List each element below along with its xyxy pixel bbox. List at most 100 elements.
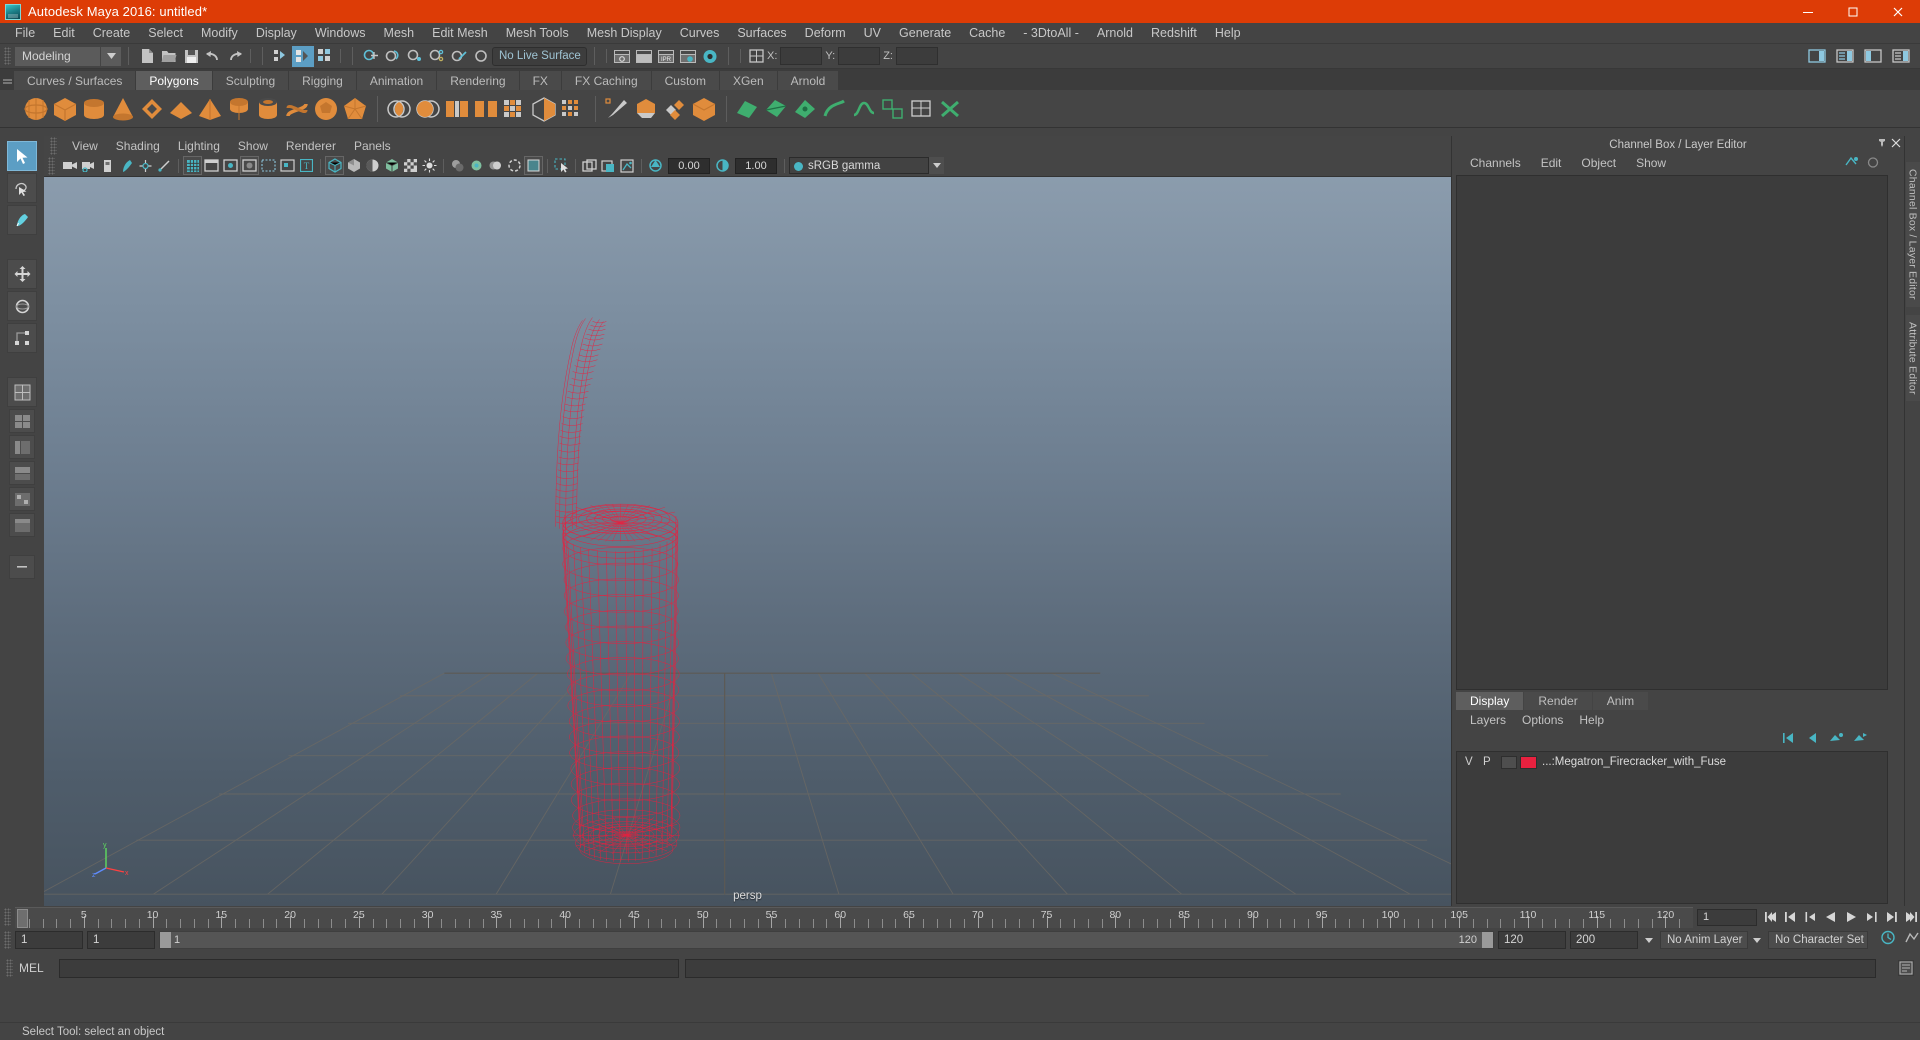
menu-item-mesh-display[interactable]: Mesh Display [578, 24, 671, 42]
pin-icon[interactable] [1877, 138, 1887, 151]
shelf-tab-xgen[interactable]: XGen [720, 71, 778, 90]
coord-field-z[interactable] [896, 47, 938, 65]
snap-to-view-plane-icon[interactable] [448, 46, 470, 67]
crease-icon[interactable] [850, 93, 877, 125]
gamma-icon[interactable] [713, 156, 732, 175]
menu-item-file[interactable]: File [6, 24, 44, 42]
sculpt-tool-icon[interactable] [603, 93, 630, 125]
xray-icon[interactable] [580, 156, 599, 175]
channel-box-menu-channels[interactable]: Channels [1460, 156, 1531, 170]
shadows-icon[interactable] [448, 156, 467, 175]
chevron-down-icon[interactable] [101, 47, 121, 66]
shelf-tab-rendering[interactable]: Rendering [437, 71, 519, 90]
anim-layer-selector[interactable]: No Anim Layer [1660, 931, 1748, 949]
command-language-label[interactable]: MEL [19, 961, 59, 975]
tool-settings-icon[interactable] [1862, 46, 1884, 67]
poly-sphere-icon[interactable] [22, 93, 49, 125]
new-scene-icon[interactable] [136, 46, 158, 67]
menu-item-redshift[interactable]: Redshift [1142, 24, 1206, 42]
script-editor-icon[interactable] [1898, 960, 1914, 976]
menu-item-create[interactable]: Create [84, 24, 140, 42]
aa-icon[interactable] [505, 156, 524, 175]
image-plane-icon[interactable] [136, 156, 155, 175]
auto-keyframe-icon[interactable] [1880, 930, 1896, 950]
range-gripper[interactable] [4, 931, 11, 949]
save-scene-icon[interactable] [180, 46, 202, 67]
grid-icon[interactable] [183, 156, 202, 175]
smooth-ic[interactable] [501, 93, 528, 125]
playback-end-field[interactable]: 200 [1570, 931, 1638, 949]
boolean-union-icon[interactable] [385, 93, 412, 125]
menu-item-3dtoall[interactable]: - 3DtoAll - [1014, 24, 1088, 42]
hypershade-icon[interactable] [699, 46, 721, 67]
color-management-selector[interactable]: sRGB gamma [789, 157, 929, 174]
channel-box-menu-show[interactable]: Show [1626, 156, 1676, 170]
layer-tab-render[interactable]: Render [1524, 692, 1591, 710]
scale-tool-button[interactable] [7, 323, 37, 353]
persp-outliner-layout-button[interactable] [9, 435, 35, 459]
minimize-icon[interactable] [1785, 0, 1830, 23]
resolution-gate-icon[interactable] [221, 156, 240, 175]
select-by-hierarchy-icon[interactable] [270, 46, 292, 67]
layer-name[interactable]: ...:Megatron_Firecracker_with_Fuse [1542, 756, 1726, 768]
poly-platonic-icon[interactable] [341, 93, 368, 125]
open-scene-icon[interactable] [158, 46, 180, 67]
rotate-tool-button[interactable] [7, 291, 37, 321]
gamma-value[interactable]: 1.00 [735, 158, 777, 174]
bevel-icon[interactable] [661, 93, 688, 125]
snap-to-curve-icon[interactable] [382, 46, 404, 67]
menu-item-edit[interactable]: Edit [44, 24, 84, 42]
menu-item-cache[interactable]: Cache [960, 24, 1014, 42]
viewport-menu-panels[interactable]: Panels [345, 139, 400, 153]
persp-hypergraph-layout-button[interactable] [9, 487, 35, 511]
step-back-key-icon[interactable] [1801, 908, 1820, 927]
connect-icon[interactable] [821, 93, 848, 125]
shelf-tab-animation[interactable]: Animation [357, 71, 437, 90]
select-by-object-icon[interactable] [292, 46, 314, 67]
text-overlay-icon[interactable]: T [297, 156, 316, 175]
viewport-menu-show[interactable]: Show [229, 139, 277, 153]
lights-icon[interactable] [420, 156, 439, 175]
show-hide-editors-icon[interactable] [1806, 46, 1828, 67]
range-handle-left[interactable] [160, 932, 171, 948]
shelf-tab-curves-surfaces[interactable]: Curves / Surfaces [14, 71, 136, 90]
animation-preferences-icon[interactable] [1904, 930, 1920, 950]
layer-menu-layers[interactable]: Layers [1462, 713, 1514, 727]
select-camera-icon[interactable] [60, 156, 79, 175]
bookmark-icon[interactable] [117, 156, 136, 175]
uv-unfold-icon[interactable] [908, 93, 935, 125]
menu-item-mesh[interactable]: Mesh [375, 24, 424, 42]
camera-attributes-icon[interactable] [98, 156, 117, 175]
play-backwards-icon[interactable] [1821, 908, 1840, 927]
viewport-toolbar-gripper[interactable] [48, 157, 55, 175]
shelf-tab-polygons[interactable]: Polygons [136, 71, 212, 90]
menu-item-curves[interactable]: Curves [671, 24, 729, 42]
layer-tab-display[interactable]: Display [1456, 692, 1523, 710]
viewport-menu-renderer[interactable]: Renderer [277, 139, 345, 153]
textured-icon[interactable] [401, 156, 420, 175]
move-tool-button[interactable] [7, 259, 37, 289]
boolean-difference-icon[interactable] [414, 93, 441, 125]
poly-pyramid-icon[interactable] [196, 93, 223, 125]
step-back-frame-icon[interactable] [1781, 908, 1800, 927]
poly-prism-icon[interactable] [225, 93, 252, 125]
command-line-gripper[interactable] [6, 959, 13, 977]
flat-shade-icon[interactable] [363, 156, 382, 175]
layer-visibility-toggle[interactable]: V [1465, 756, 1483, 768]
paint-select-tool-button[interactable] [7, 205, 37, 235]
layer-tab-anim[interactable]: Anim [1593, 692, 1648, 710]
lasso-select-tool-button[interactable] [7, 173, 37, 203]
append-polygon-icon[interactable] [734, 93, 761, 125]
target-weld-icon[interactable] [792, 93, 819, 125]
layer-playback-toggle[interactable]: P [1483, 756, 1501, 768]
separate-icon[interactable] [472, 93, 499, 125]
move-layer-down-icon[interactable] [1805, 731, 1820, 749]
shelf-tab-rigging[interactable]: Rigging [289, 71, 357, 90]
xray-joints-icon[interactable] [599, 156, 618, 175]
viewport-menu-view[interactable]: View [63, 139, 107, 153]
channel-box-menu-object[interactable]: Object [1571, 156, 1626, 170]
snap-to-point-icon[interactable] [404, 46, 426, 67]
make-live-icon[interactable] [470, 46, 492, 67]
menu-item-select[interactable]: Select [139, 24, 192, 42]
shaded-wireframe-icon[interactable] [382, 156, 401, 175]
